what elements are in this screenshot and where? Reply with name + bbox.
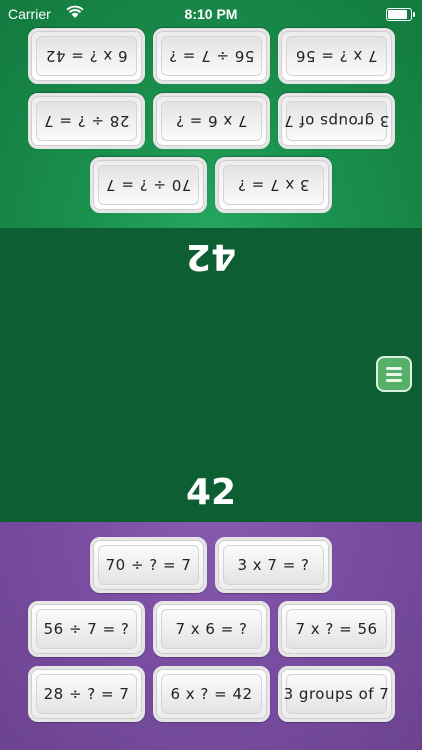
- top-card-7[interactable]: 70 ÷ ? = 7: [90, 157, 207, 213]
- bottom-card-8[interactable]: 3 groups of 7: [278, 666, 395, 722]
- top-card-8[interactable]: 3 x 7 = ?: [215, 157, 332, 213]
- top-answer: 42: [185, 236, 237, 277]
- top-card-5[interactable]: 7 x 6 = ?: [153, 93, 270, 149]
- bottom-card-7[interactable]: 6 x ? = 42: [153, 666, 270, 722]
- top-card-2[interactable]: 56 ÷ 7 = ?: [153, 28, 270, 84]
- bottom-answer: 42: [185, 472, 237, 513]
- top-card-4[interactable]: 28 ÷ ? = 7: [28, 93, 145, 149]
- clock: 8:10 PM: [184, 6, 238, 22]
- battery-icon: [386, 8, 415, 21]
- top-card-1[interactable]: 6 x ? = 42: [28, 28, 145, 84]
- bottom-card-2[interactable]: 3 x 7 = ?: [215, 537, 332, 593]
- bottom-card-6[interactable]: 28 ÷ ? = 7: [28, 666, 145, 722]
- status-bar: Carrier 8:10 PM: [0, 0, 422, 28]
- top-card-6[interactable]: 3 groups of 7: [278, 93, 395, 149]
- top-card-3[interactable]: 7 x ? = 56: [278, 28, 395, 84]
- bottom-card-1[interactable]: 70 ÷ ? = 7: [90, 537, 207, 593]
- menu-button[interactable]: [376, 356, 412, 392]
- bottom-card-4[interactable]: 7 x 6 = ?: [153, 601, 270, 657]
- bottom-card-3[interactable]: 56 ÷ 7 = ?: [28, 601, 145, 657]
- bottom-card-5[interactable]: 7 x ? = 56: [278, 601, 395, 657]
